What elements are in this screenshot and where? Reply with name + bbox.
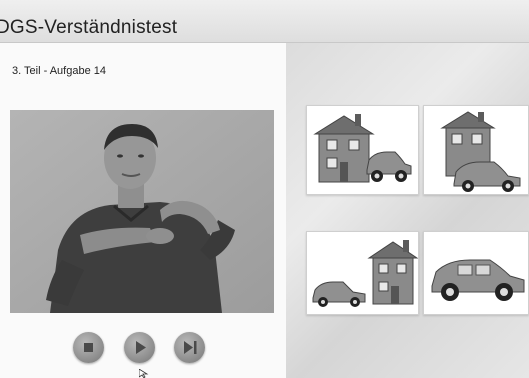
playback-controls bbox=[73, 332, 213, 370]
signer-figure bbox=[10, 110, 274, 313]
left-panel: 3. Teil - Aufgabe 14 bbox=[0, 43, 286, 378]
play-button[interactable] bbox=[124, 332, 155, 363]
car-left-of-house-image bbox=[312, 240, 418, 307]
app-title: DGS-Verständnistest bbox=[0, 17, 178, 38]
skip-end-icon bbox=[184, 341, 197, 354]
answer-option-3[interactable] bbox=[306, 231, 419, 315]
car-in-front-of-house-image bbox=[440, 111, 521, 192]
stop-icon bbox=[84, 343, 93, 352]
task-label: 3. Teil - Aufgabe 14 bbox=[12, 65, 106, 77]
play-icon bbox=[136, 341, 146, 354]
stop-button[interactable] bbox=[73, 332, 104, 363]
answer-area bbox=[286, 43, 529, 378]
car-only-image bbox=[431, 259, 525, 301]
app-window: DGS-Verständnistest 3. Teil - Aufgabe 14 bbox=[0, 0, 529, 378]
title-bar: DGS-Verständnistest bbox=[0, 0, 529, 43]
next-button[interactable] bbox=[174, 332, 205, 363]
answer-option-2[interactable] bbox=[423, 105, 529, 195]
mouse-cursor-icon bbox=[139, 369, 149, 378]
sign-language-video[interactable] bbox=[10, 110, 274, 313]
car-right-of-house-image bbox=[313, 114, 412, 183]
answer-option-1[interactable] bbox=[306, 105, 419, 195]
answer-option-4[interactable] bbox=[423, 231, 529, 315]
